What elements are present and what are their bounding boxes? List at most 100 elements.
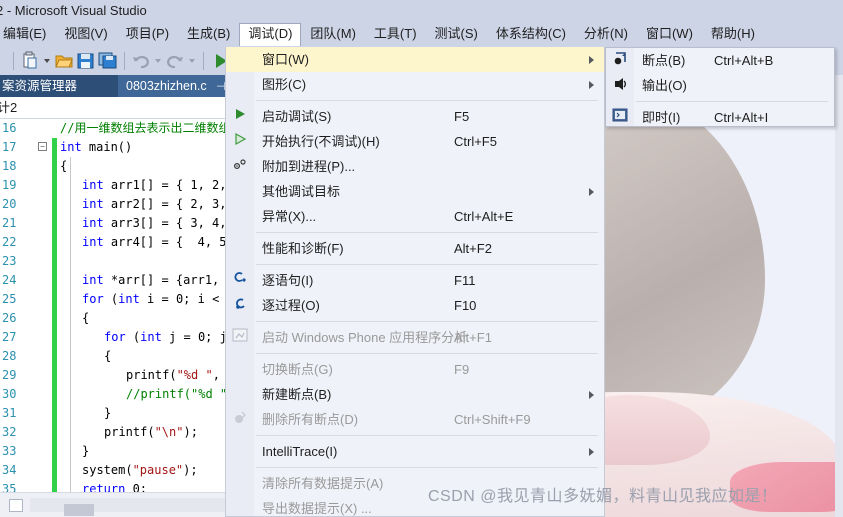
code-text: } (104, 406, 112, 420)
debug-menu-item-14[interactable]: IntelliTrace(I) (226, 439, 604, 464)
debug-menu-item-1[interactable]: 图形(C) (226, 72, 604, 97)
menubar-item-6[interactable]: 工具(T) (365, 23, 426, 46)
code-line[interactable]: 26 { (0, 309, 225, 328)
tab-solution-explorer[interactable]: 案资源管理器 (0, 75, 87, 97)
debug-menu-item-0[interactable]: 窗口(W) (226, 47, 604, 72)
code-line[interactable]: 33} (0, 442, 225, 461)
code-line[interactable]: 22 int arr4[] = { 4, 5 ,6, (0, 233, 225, 252)
debug-menu-item-10[interactable]: 启动 Windows Phone 应用程序分析 Alt+F1 (226, 325, 604, 350)
menubar-item-4[interactable]: 调试(D) (239, 23, 302, 46)
debug-menu-item-9[interactable]: 逐过程(O) F10 (226, 293, 604, 318)
redo-icon[interactable] (164, 50, 186, 72)
save-icon[interactable] (75, 50, 97, 72)
code-line[interactable]: 16 //用一维数组去表示出二维数组 (0, 119, 225, 138)
window-submenu-item-2[interactable]: 即时(I) Ctrl+Alt+I (606, 105, 834, 130)
submenu-arrow-icon (589, 391, 594, 399)
window-submenu-item-1[interactable]: 输出(O) (606, 73, 834, 98)
code-line[interactable]: 27 for (int j = 0; j < (0, 328, 225, 347)
debug-menu-item-8[interactable]: 逐语句(I) F11 (226, 268, 604, 293)
menubar-item-8[interactable]: 体系结构(C) (487, 23, 575, 46)
undo-icon[interactable] (130, 50, 152, 72)
save-all-icon[interactable] (97, 50, 119, 72)
debug-menu-item-label: 切换断点(G) (262, 362, 333, 377)
code-line[interactable]: 23 (0, 252, 225, 271)
code-line[interactable]: 18 { (0, 157, 225, 176)
debug-menu-item-label: 性能和诊断(F) (262, 241, 344, 256)
tab-document-label: 0803zhizhen.c (126, 79, 207, 93)
menubar-item-5[interactable]: 团队(M) (301, 23, 365, 46)
window-title: 2 - Microsoft Visual Studio (0, 3, 147, 18)
output-window-icon (611, 76, 629, 94)
menubar-item-3[interactable]: 生成(B) (178, 23, 239, 46)
submenu-arrow-icon (589, 56, 594, 64)
resize-grip-icon[interactable] (9, 499, 23, 512)
menubar-item-2[interactable]: 项目(P) (117, 23, 178, 46)
redo-dropdown-caret-icon[interactable] (189, 59, 195, 63)
code-line[interactable]: 31} (0, 404, 225, 423)
debug-menu-item-shortcut: Ctrl+Shift+F9 (454, 412, 531, 427)
menubar-item-11[interactable]: 帮助(H) (702, 23, 764, 46)
code-line[interactable]: 20 int arr2[] = { 2, 3, 4, (0, 195, 225, 214)
visual-studio-window: 2 - Microsoft Visual Studio 编辑(E) 视图(V) 项目… (0, 0, 843, 517)
debug-menu-item-12[interactable]: 新建断点(B) (226, 382, 604, 407)
toolbar-separator-2 (124, 52, 125, 70)
debug-menu-item-shortcut: Alt+F1 (454, 330, 492, 345)
debug-menu-item-shortcut: F10 (454, 298, 477, 313)
menubar-item-1[interactable]: 视图(V) (55, 23, 116, 46)
line-number: 20 (2, 197, 17, 211)
debug-menu-item-3[interactable]: 开始执行(不调试)(H) Ctrl+F5 (226, 129, 604, 154)
debug-window-submenu[interactable]: 断点(B) Ctrl+Alt+B 输出(O) 即时(I) Ctrl+Alt+I (605, 47, 835, 127)
menubar-item-10[interactable]: 窗口(W) (637, 23, 702, 46)
horizontal-scrollbar-thumb[interactable] (64, 504, 94, 516)
tab-active-document[interactable]: 0803zhizhen.c ⊣ (118, 75, 225, 97)
menubar-item-7[interactable]: 测试(S) (426, 23, 487, 46)
code-line[interactable]: 32 printf("\n"); (0, 423, 225, 442)
line-number: 32 (2, 425, 17, 439)
menubar-item-0[interactable]: 编辑(E) (0, 23, 55, 46)
code-text: { (104, 349, 112, 363)
submenu-arrow-icon (589, 448, 594, 456)
code-line[interactable]: 19 int arr1[] = { 1, 2, 3, (0, 176, 225, 195)
code-fold-toggle-icon[interactable]: − (38, 142, 47, 151)
code-line[interactable]: 24 int *arr[] = {arr1, arr (0, 271, 225, 290)
paste-icon[interactable] (19, 50, 41, 72)
code-line[interactable]: 28 { (0, 347, 225, 366)
window-submenu-item-0[interactable]: 断点(B) Ctrl+Alt+B (606, 48, 834, 73)
paste-dropdown-caret-icon[interactable] (44, 59, 50, 63)
code-line[interactable]: 29 printf("%d ", * (0, 366, 225, 385)
code-line[interactable]: 34 system("pause"); (0, 461, 225, 480)
undo-dropdown-caret-icon[interactable] (155, 59, 161, 63)
code-line[interactable]: 35 return 0; (0, 480, 225, 492)
code-text-area[interactable]: 16 //用一维数组去表示出二维数组 17 − int main() 18 {19 int a… (0, 119, 225, 492)
debug-menu-item-7[interactable]: 性能和诊断(F) Alt+F2 (226, 236, 604, 261)
horizontal-scrollbar-track[interactable] (30, 498, 225, 516)
pin-icon[interactable]: ⊣ (216, 76, 225, 97)
line-number: 29 (2, 368, 17, 382)
line-number: 28 (2, 349, 17, 363)
menu-separator (256, 467, 598, 468)
debug-menu-item-6[interactable]: 异常(X)... Ctrl+Alt+E (226, 204, 604, 229)
toolbar-separator-3 (203, 52, 204, 70)
debug-menu-item-shortcut: Ctrl+F5 (454, 134, 497, 149)
code-line[interactable]: 21 int arr3[] = { 3, 4, 5, (0, 214, 225, 233)
debug-menu-item-4[interactable]: 附加到进程(P)... (226, 154, 604, 179)
document-scrollbar[interactable] (835, 47, 843, 517)
line-number: 30 (2, 387, 17, 401)
debug-menu-dropdown[interactable]: 窗口(W) 图形(C) 启动调试(S) F5 开始执行(不调试)(H) Ctrl+F5 附加… (225, 47, 605, 517)
code-line[interactable]: 17 − int main() (0, 138, 225, 157)
debug-menu-item-label: 逐语句(I) (262, 273, 314, 288)
code-line[interactable]: 30 //printf("%d ", (0, 385, 225, 404)
debug-menu-item-13[interactable]: 删除所有断点(D) Ctrl+Shift+F9 (226, 407, 604, 432)
code-line[interactable]: 25 for (int i = 0; i < 4; (0, 290, 225, 309)
debug-menu-item-label: 开始执行(不调试)(H) (262, 134, 380, 149)
editor-navigation-bar[interactable]: 计2 (0, 97, 225, 119)
editor-horizontal-scrollbar-area[interactable] (0, 492, 225, 517)
code-editor[interactable]: 16 //用一维数组去表示出二维数组 17 − int main() 18 {19 int a… (0, 119, 225, 492)
debug-menu-item-5[interactable]: 其他调试目标 (226, 179, 604, 204)
debug-menu-item-shortcut: Ctrl+Alt+E (454, 209, 514, 224)
debug-menu-item-label: 导出数据提示(X) ... (262, 501, 372, 516)
menubar-item-9[interactable]: 分析(N) (575, 23, 637, 46)
debug-menu-item-2[interactable]: 启动调试(S) F5 (226, 104, 604, 129)
debug-menu-item-11[interactable]: 切换断点(G) F9 (226, 357, 604, 382)
open-folder-icon[interactable] (53, 50, 75, 72)
